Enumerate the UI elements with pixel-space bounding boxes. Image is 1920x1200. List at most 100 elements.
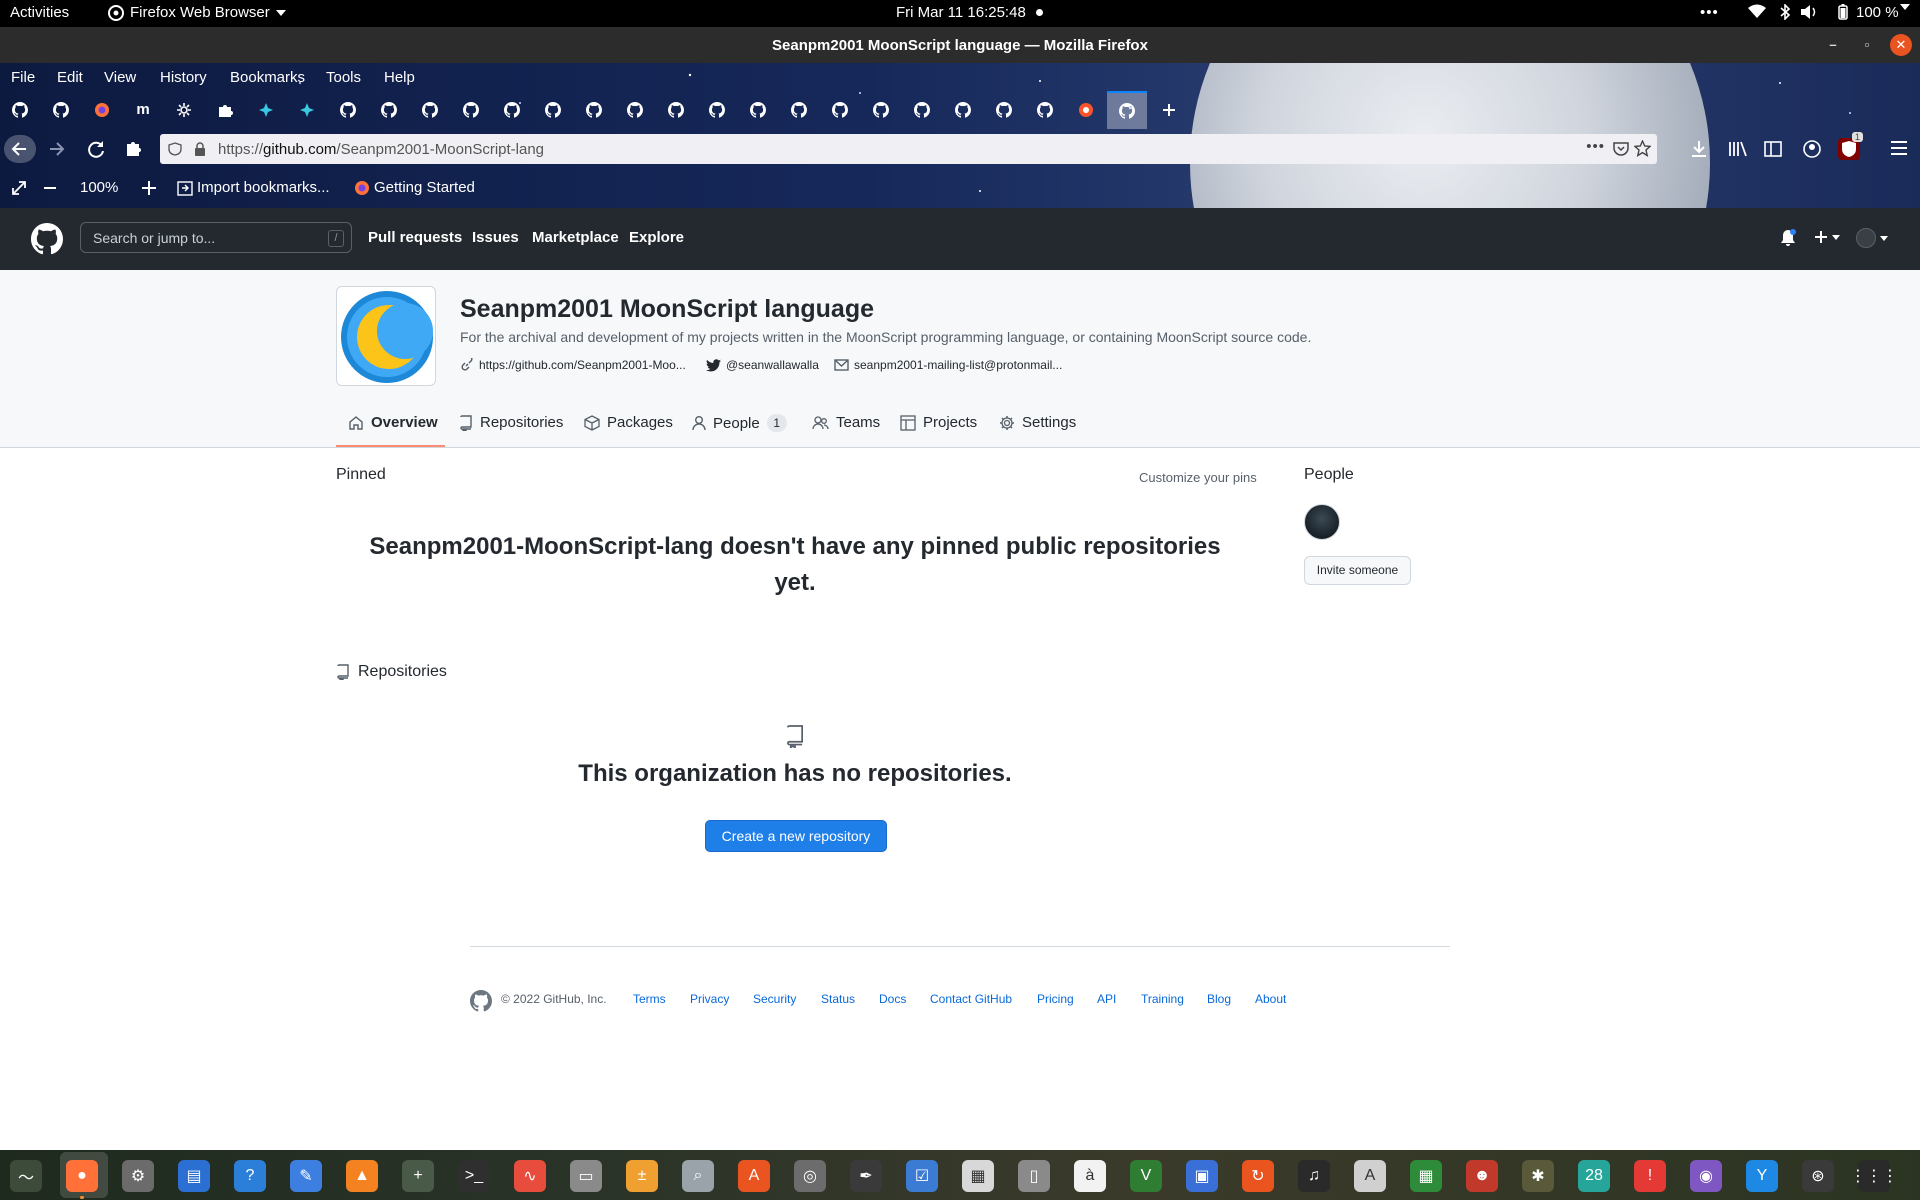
text-editor-icon[interactable]: ✎ [290, 1160, 322, 1192]
footer-link-about[interactable]: About [1255, 992, 1286, 1006]
browser-tab[interactable]: m [127, 95, 159, 125]
nav-explore[interactable]: Explore [629, 229, 684, 246]
menu-bookmarks[interactable]: Bookmarks [230, 69, 305, 86]
footer-link-security[interactable]: Security [753, 992, 796, 1006]
create-new-dropdown[interactable] [1814, 230, 1840, 244]
tab-people[interactable]: People 1 [692, 414, 787, 432]
page-actions-icon[interactable]: ••• [1586, 138, 1605, 155]
hamburger-menu-icon[interactable] [1890, 140, 1908, 156]
menu-history[interactable]: History [160, 69, 207, 86]
camera-icon[interactable]: ◉ [1690, 1160, 1722, 1192]
nav-marketplace[interactable]: Marketplace [532, 229, 619, 246]
clock[interactable]: Fri Mar 11 16:25:48 [896, 4, 1026, 21]
network-icon[interactable]: Y [1746, 1160, 1778, 1192]
footer-link-blog[interactable]: Blog [1207, 992, 1231, 1006]
shield-icon[interactable] [168, 142, 182, 156]
menu-help[interactable]: Help [384, 69, 415, 86]
back-button[interactable] [4, 135, 36, 163]
browser-tab[interactable] [4, 95, 36, 125]
battery-icon[interactable] [1838, 4, 1848, 20]
spider-icon[interactable]: ✱ [1522, 1160, 1554, 1192]
footer-link-contact[interactable]: Contact GitHub [930, 992, 1012, 1006]
forward-button[interactable] [44, 135, 72, 163]
browser-tab[interactable] [988, 95, 1020, 125]
terminal-icon[interactable]: >_ [458, 1160, 490, 1192]
url-bar[interactable]: https://github.com/Seanpm2001-MoonScript… [160, 134, 1657, 164]
zoom-level[interactable]: 100% [80, 179, 118, 196]
footer-link-pricing[interactable]: Pricing [1037, 992, 1074, 1006]
disk-utility-icon[interactable]: ◎ [794, 1160, 826, 1192]
create-repository-button[interactable]: Create a new repository [705, 820, 887, 852]
zoom-in-icon[interactable] [140, 179, 158, 197]
update-icon[interactable]: ↻ [1242, 1160, 1274, 1192]
account-icon[interactable] [1802, 139, 1822, 159]
browser-tab[interactable] [947, 95, 979, 125]
browser-tab[interactable] [701, 95, 733, 125]
browser-tab[interactable] [168, 95, 200, 125]
browser-tab[interactable] [619, 95, 651, 125]
tab-teams[interactable]: Teams [812, 414, 880, 431]
wifi-icon[interactable] [1748, 4, 1766, 18]
footer-link-status[interactable]: Status [821, 992, 855, 1006]
reload-button[interactable] [82, 135, 110, 163]
org-twitter[interactable]: @seanwallawalla [706, 358, 819, 372]
music-icon[interactable]: ♫ [1298, 1160, 1330, 1192]
image-viewer-icon[interactable]: ⌕ [682, 1160, 714, 1192]
menu-edit[interactable]: Edit [57, 69, 83, 86]
pdf-icon[interactable]: A [1354, 1160, 1386, 1192]
lock-icon[interactable] [194, 142, 206, 156]
menu-tools[interactable]: Tools [326, 69, 361, 86]
browser-tab[interactable] [578, 95, 610, 125]
bookmark-star-icon[interactable] [1634, 140, 1651, 157]
footer-link-docs[interactable]: Docs [879, 992, 906, 1006]
system-monitor-icon[interactable]: 〜 [10, 1160, 42, 1192]
browser-tab[interactable] [1070, 95, 1102, 125]
browser-tab-active[interactable] [1107, 91, 1147, 129]
footer-link-training[interactable]: Training [1141, 992, 1184, 1006]
close-window-button[interactable]: ✕ [1890, 34, 1912, 56]
tab-repositories[interactable]: Repositories [459, 414, 563, 431]
extensions-button[interactable] [120, 135, 148, 163]
menu-file[interactable]: File [11, 69, 35, 86]
browser-tab[interactable] [824, 95, 856, 125]
vim-icon[interactable]: V [1130, 1160, 1162, 1192]
character-map-icon[interactable]: à [1074, 1160, 1106, 1192]
bookmark-import[interactable]: Import bookmarks... [197, 179, 330, 196]
alert-icon[interactable]: ! [1634, 1160, 1666, 1192]
browser-tab[interactable] [291, 95, 323, 125]
screen-icon[interactable]: ▣ [1186, 1160, 1218, 1192]
footer-link-terms[interactable]: Terms [633, 992, 666, 1006]
browser-tab[interactable] [332, 95, 364, 125]
nav-issues[interactable]: Issues [472, 229, 519, 246]
tab-settings[interactable]: Settings [999, 414, 1076, 431]
org-website[interactable]: https://github.com/Seanpm2001-Moo... [460, 358, 686, 372]
browser-tab[interactable] [45, 95, 77, 125]
notifications-button[interactable] [1780, 229, 1796, 247]
spreadsheet-icon[interactable]: ▦ [1410, 1160, 1442, 1192]
archive-icon[interactable]: ▯ [1018, 1160, 1050, 1192]
search-input[interactable]: Search or jump to... / [80, 222, 352, 253]
calendar-app-icon[interactable]: ▦ [962, 1160, 994, 1192]
help-icon[interactable]: ? [234, 1160, 266, 1192]
system-menu-chevron-icon[interactable] [1900, 4, 1910, 10]
browser-tab[interactable] [373, 95, 405, 125]
github-mark-icon[interactable] [470, 990, 492, 1012]
bookmark-getting-started[interactable]: Getting Started [374, 179, 475, 196]
app-grid-icon[interactable]: ⋮⋮⋮ [1850, 1160, 1898, 1192]
software-center-icon[interactable]: A [738, 1160, 770, 1192]
library-icon[interactable] [1728, 140, 1748, 158]
zoom-out-icon[interactable] [42, 179, 58, 197]
app-menu[interactable]: Firefox Web Browser [108, 4, 286, 21]
minimize-button[interactable]: – [1822, 34, 1844, 56]
browser-tab[interactable] [414, 95, 446, 125]
inkscape-icon[interactable]: ✒ [850, 1160, 882, 1192]
tasks-icon[interactable]: ☑ [906, 1160, 938, 1192]
browser-tab[interactable] [660, 95, 692, 125]
chart-app-icon[interactable]: ∿ [514, 1160, 546, 1192]
browser-tab[interactable] [865, 95, 897, 125]
sidebar-icon[interactable] [1764, 140, 1782, 158]
github-logo-icon[interactable] [31, 223, 63, 255]
member-avatar[interactable] [1304, 504, 1340, 540]
footer-link-api[interactable]: API [1097, 992, 1116, 1006]
maximize-button[interactable]: ▫ [1856, 34, 1878, 56]
